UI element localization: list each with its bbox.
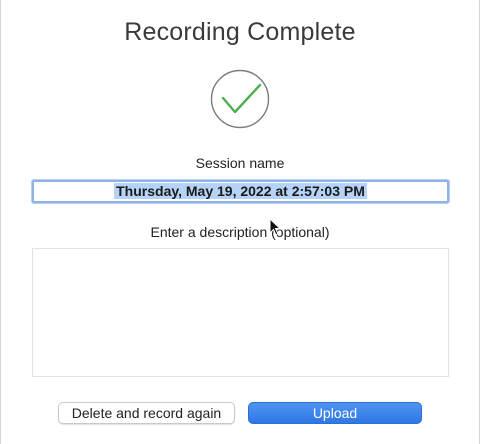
upload-button[interactable]: Upload [248,402,422,424]
session-name-value: Thursday, May 19, 2022 at 2:57:03 PM [114,183,367,199]
session-name-label: Session name [195,155,285,171]
delete-and-record-again-button[interactable]: Delete and record again [58,402,235,424]
session-name-input[interactable]: Thursday, May 19, 2022 at 2:57:03 PM [32,180,449,203]
checkmark-circle-icon [210,69,270,129]
description-textarea[interactable] [32,248,449,377]
mouse-cursor-icon [269,218,281,236]
recording-complete-dialog: Recording Complete Session name Thursday… [0,0,480,444]
dialog-title: Recording Complete [124,18,356,46]
description-label: Enter a description (optional) [150,224,330,240]
